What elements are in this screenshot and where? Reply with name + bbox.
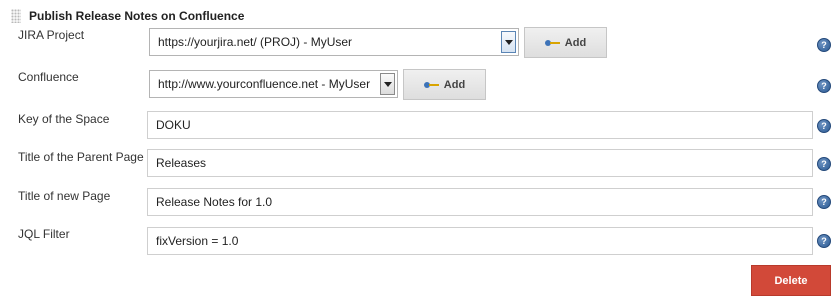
confluence-selected-value: http://www.yourconfluence.net - MyUser: [158, 77, 371, 91]
add-confluence-button-label: Add: [443, 78, 466, 91]
space-key-input[interactable]: DOKU: [147, 111, 813, 139]
help-icon[interactable]: ?: [817, 38, 831, 52]
jql-filter-value: fixVersion = 1.0: [156, 234, 239, 248]
help-icon[interactable]: ?: [817, 195, 831, 209]
add-jira-credentials-button[interactable]: Add: [524, 27, 607, 58]
parent-page-label: Title of the Parent Page: [18, 150, 144, 164]
chevron-down-icon[interactable]: [501, 31, 516, 53]
new-page-input[interactable]: Release Notes for 1.0: [147, 188, 813, 216]
space-key-label: Key of the Space: [18, 112, 110, 126]
help-icon[interactable]: ?: [817, 79, 831, 93]
space-key-value: DOKU: [156, 118, 191, 132]
add-jira-button-label: Add: [564, 36, 587, 49]
jql-filter-label: JQL Filter: [18, 227, 70, 241]
drag-handle-icon[interactable]: [11, 9, 21, 23]
parent-page-value: Releases: [156, 156, 207, 170]
help-icon[interactable]: ?: [817, 119, 831, 133]
jira-project-label: JIRA Project: [18, 28, 85, 42]
jql-filter-input[interactable]: fixVersion = 1.0: [147, 227, 813, 255]
key-icon: [423, 81, 440, 89]
section-header: Publish Release Notes on Confluence: [11, 8, 244, 24]
add-confluence-credentials-button[interactable]: Add: [403, 69, 486, 100]
chevron-down-icon[interactable]: [380, 73, 395, 95]
confluence-select[interactable]: http://www.yourconfluence.net - MyUser: [149, 70, 398, 98]
delete-button[interactable]: Delete: [751, 265, 831, 296]
jira-project-selected-value: https://yourjira.net/ (PROJ) - MyUser: [158, 35, 353, 49]
jira-project-select[interactable]: https://yourjira.net/ (PROJ) - MyUser: [149, 28, 519, 56]
parent-page-input[interactable]: Releases: [147, 149, 813, 177]
key-icon: [544, 39, 561, 47]
confluence-label: Confluence: [18, 70, 79, 84]
help-icon[interactable]: ?: [817, 157, 831, 171]
new-page-value: Release Notes for 1.0: [156, 195, 273, 209]
help-icon[interactable]: ?: [817, 234, 831, 248]
section-title: Publish Release Notes on Confluence: [29, 9, 245, 23]
delete-button-label: Delete: [774, 274, 808, 287]
new-page-label: Title of new Page: [18, 189, 111, 203]
